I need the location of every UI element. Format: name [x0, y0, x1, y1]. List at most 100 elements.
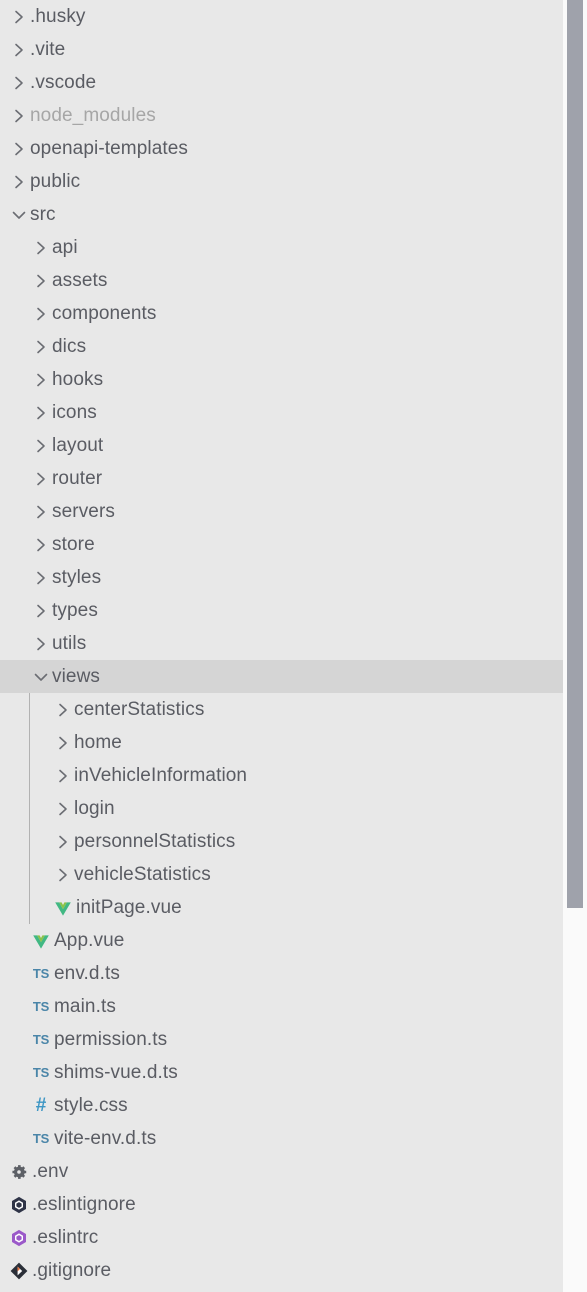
tree-item-label: App.vue	[54, 929, 125, 951]
tree-item-file[interactable]: .eslintrc	[0, 1221, 587, 1254]
tree-item-label: home	[74, 731, 122, 753]
tree-item-folder[interactable]: centerStatistics	[0, 693, 587, 726]
tree-item-label: .eslintrc	[32, 1226, 99, 1248]
vue-file-icon	[52, 897, 74, 919]
vertical-scrollbar-track[interactable]	[563, 0, 587, 1292]
chevron-right-icon[interactable]	[30, 336, 52, 358]
tree-item-folder[interactable]: icons	[0, 396, 587, 429]
tree-item-label: .eslintignore	[32, 1193, 136, 1215]
tree-item-file[interactable]: .env	[0, 1155, 587, 1188]
tree-item-folder[interactable]: views	[0, 660, 587, 693]
chevron-right-icon[interactable]	[30, 303, 52, 325]
chevron-right-icon[interactable]	[8, 72, 30, 94]
chevron-right-icon[interactable]	[30, 237, 52, 259]
tree-item-folder[interactable]: dics	[0, 330, 587, 363]
chevron-right-icon[interactable]	[30, 633, 52, 655]
tree-item-label: .env	[32, 1160, 69, 1182]
tree-item-label: .vscode	[30, 71, 97, 93]
tree-item-folder[interactable]: openapi-templates	[0, 132, 587, 165]
tree-item-folder[interactable]: assets	[0, 264, 587, 297]
tree-item-folder[interactable]: utils	[0, 627, 587, 660]
chevron-right-icon[interactable]	[30, 369, 52, 391]
tree-item-folder[interactable]: home	[0, 726, 587, 759]
tree-item-label: style.css	[54, 1094, 128, 1116]
chevron-right-icon[interactable]	[30, 435, 52, 457]
chevron-down-icon[interactable]	[8, 204, 30, 226]
tree-item-folder[interactable]: layout	[0, 429, 587, 462]
chevron-right-icon[interactable]	[52, 699, 74, 721]
tree-item-folder[interactable]: styles	[0, 561, 587, 594]
tree-item-folder[interactable]: store	[0, 528, 587, 561]
tree-item-folder[interactable]: servers	[0, 495, 587, 528]
chevron-right-icon[interactable]	[8, 6, 30, 28]
tree-item-label: styles	[52, 566, 102, 588]
tree-item-label: permission.ts	[54, 1028, 168, 1050]
tree-item-label: utils	[52, 632, 87, 654]
tree-item-label: icons	[52, 401, 97, 423]
chevron-down-icon[interactable]	[30, 666, 52, 688]
tree-item-file[interactable]: .eslintignore	[0, 1188, 587, 1221]
tree-item-folder[interactable]: router	[0, 462, 587, 495]
tree-item-folder[interactable]: personnelStatistics	[0, 825, 587, 858]
tree-item-label: initPage.vue	[76, 896, 182, 918]
tree-item-folder[interactable]: api	[0, 231, 587, 264]
chevron-right-icon[interactable]	[52, 831, 74, 853]
tree-item-label: env.d.ts	[54, 962, 120, 984]
tree-item-label: hooks	[52, 368, 104, 390]
tree-item-label: inVehicleInformation	[74, 764, 248, 786]
chevron-right-icon[interactable]	[52, 732, 74, 754]
tree-item-label: vehicleStatistics	[74, 863, 211, 885]
tree-item-folder[interactable]: hooks	[0, 363, 587, 396]
tree-item-folder[interactable]: .husky	[0, 0, 587, 33]
tree-item-folder[interactable]: inVehicleInformation	[0, 759, 587, 792]
tree-item-label: components	[52, 302, 157, 324]
tree-item-label: login	[74, 797, 115, 819]
chevron-right-icon[interactable]	[52, 765, 74, 787]
tree-item-folder[interactable]: vehicleStatistics	[0, 858, 587, 891]
tree-item-label: layout	[52, 434, 104, 456]
tree-item-file[interactable]: App.vue	[0, 924, 587, 957]
tree-item-label: store	[52, 533, 95, 555]
typescript-file-icon: TS	[32, 1131, 50, 1146]
tree-item-folder[interactable]: node_modules	[0, 99, 587, 132]
chevron-right-icon[interactable]	[30, 402, 52, 424]
tree-item-file[interactable]: TS main.ts	[0, 990, 587, 1023]
chevron-right-icon[interactable]	[52, 864, 74, 886]
chevron-right-icon[interactable]	[52, 798, 74, 820]
git-file-icon	[8, 1260, 30, 1282]
tree-item-file[interactable]: initPage.vue	[0, 891, 587, 924]
tree-item-label: openapi-templates	[30, 137, 189, 159]
tree-item-file[interactable]: TS env.d.ts	[0, 957, 587, 990]
tree-item-folder[interactable]: public	[0, 165, 587, 198]
chevron-right-icon[interactable]	[30, 567, 52, 589]
typescript-file-icon: TS	[32, 966, 50, 981]
chevron-right-icon[interactable]	[8, 138, 30, 160]
chevron-right-icon[interactable]	[30, 534, 52, 556]
chevron-right-icon[interactable]	[30, 501, 52, 523]
tree-item-label: vite-env.d.ts	[54, 1127, 157, 1149]
chevron-right-icon[interactable]	[8, 105, 30, 127]
tree-item-label: assets	[52, 269, 108, 291]
tree-item-file[interactable]: .gitignore	[0, 1254, 587, 1287]
chevron-right-icon[interactable]	[30, 600, 52, 622]
chevron-right-icon[interactable]	[8, 171, 30, 193]
tree-item-folder[interactable]: components	[0, 297, 587, 330]
tree-item-folder[interactable]: .vite	[0, 33, 587, 66]
tree-item-folder[interactable]: src	[0, 198, 587, 231]
typescript-file-icon: TS	[32, 999, 50, 1014]
tree-item-label: .husky	[30, 5, 86, 27]
tree-item-folder[interactable]: .vscode	[0, 66, 587, 99]
chevron-right-icon[interactable]	[30, 270, 52, 292]
tree-item-folder[interactable]: login	[0, 792, 587, 825]
chevron-right-icon[interactable]	[30, 468, 52, 490]
tree-item-label: public	[30, 170, 81, 192]
tree-item-file[interactable]: TS shims-vue.d.ts	[0, 1056, 587, 1089]
tree-item-file[interactable]: TS vite-env.d.ts	[0, 1122, 587, 1155]
vertical-scrollbar-thumb[interactable]	[567, 0, 583, 908]
tree-item-folder[interactable]: types	[0, 594, 587, 627]
tree-item-label: shims-vue.d.ts	[54, 1061, 178, 1083]
tree-item-file[interactable]: # style.css	[0, 1089, 587, 1122]
tree-item-label: centerStatistics	[74, 698, 205, 720]
tree-item-file[interactable]: TS permission.ts	[0, 1023, 587, 1056]
chevron-right-icon[interactable]	[8, 39, 30, 61]
